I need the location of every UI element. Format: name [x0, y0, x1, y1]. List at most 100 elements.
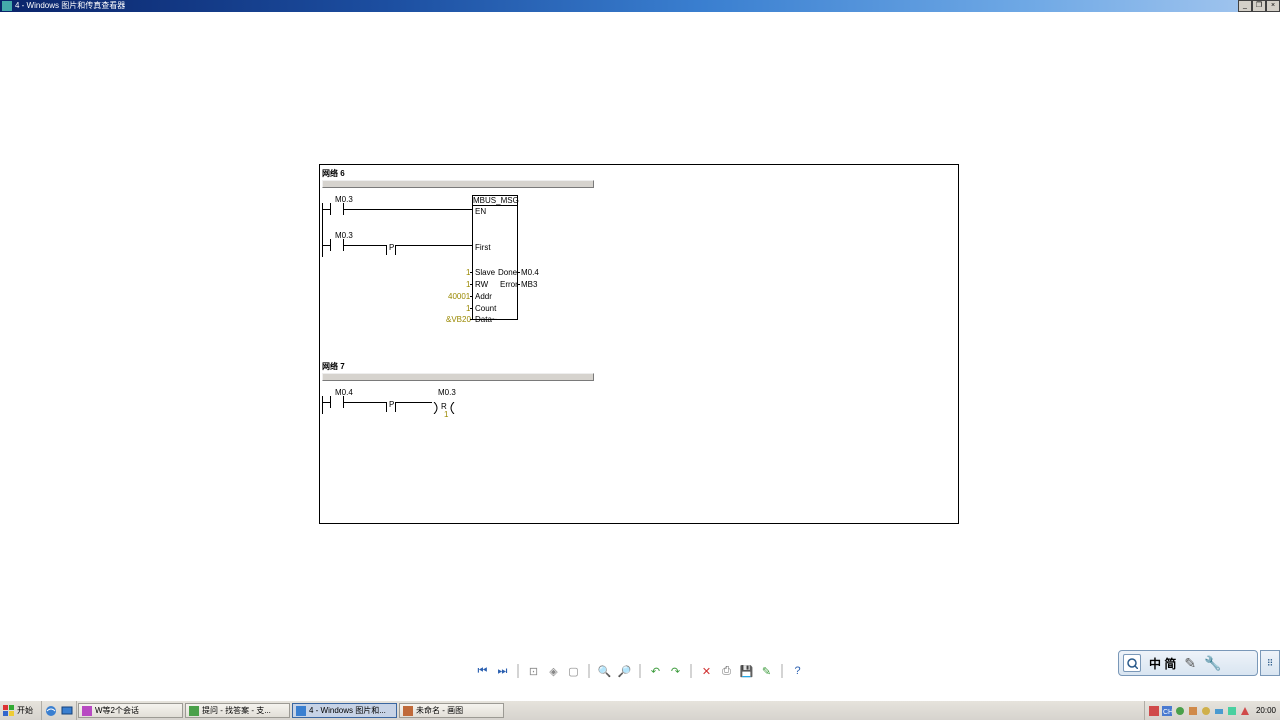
title-bar: 4 - Windows 图片和传真查看器 _ ❐ ×	[0, 0, 1280, 12]
zoomout-icon[interactable]: 🔎	[618, 664, 632, 678]
mbus-out-done: M0.4	[521, 268, 539, 277]
tray-icon-1[interactable]	[1149, 706, 1159, 716]
network7-bar	[322, 373, 594, 381]
rotl-icon[interactable]: ↶	[649, 664, 663, 678]
tray-icon-8[interactable]	[1240, 706, 1250, 716]
close-button[interactable]: ×	[1266, 0, 1280, 12]
ime-toolbar[interactable]: 中 简 ✎ 🔧	[1118, 650, 1258, 676]
task-item-icon	[82, 706, 92, 716]
svg-text:CH: CH	[1163, 709, 1172, 716]
mbus-addr: Addr	[475, 292, 492, 301]
h	[322, 245, 330, 246]
tray-icon-6[interactable]	[1214, 706, 1224, 716]
network6-bar	[322, 180, 594, 188]
start-button[interactable]: 开始	[0, 701, 42, 720]
help-icon[interactable]: ?	[791, 664, 805, 678]
task-item[interactable]: 未命名 - 画图	[399, 703, 504, 718]
h	[322, 209, 330, 210]
h	[344, 245, 386, 246]
net6-contact1	[330, 203, 344, 215]
ime-mode-icon[interactable]	[1123, 654, 1141, 672]
task-item-icon	[403, 706, 413, 716]
mbus-in-addr: 40001	[448, 292, 470, 301]
mbus-in-data: &VB20	[446, 315, 471, 324]
mbus-count: Count	[475, 304, 496, 313]
toolbar-separator	[589, 664, 590, 678]
next-icon[interactable]: ⏭	[496, 664, 510, 678]
ime-label: 中 简	[1149, 655, 1176, 672]
delete-icon[interactable]: ✕	[700, 664, 714, 678]
mbus-en: EN	[475, 207, 486, 216]
net6-contact2	[330, 239, 344, 251]
ime-wrench-icon[interactable]: 🔧	[1204, 655, 1221, 672]
zoomin-icon[interactable]: 🔍	[598, 664, 612, 678]
viewer-toolbar: ⏮ ⏭ ⊡ ◈ ▢ 🔍 🔎 ↶ ↷ ✕ ⎙ 💾 ✎?	[476, 664, 805, 678]
task-item-label: 未命名 - 画图	[416, 705, 463, 716]
system-tray: CH 20:00	[1144, 701, 1280, 720]
rotr-icon[interactable]: ↷	[669, 664, 683, 678]
task-item[interactable]: W等2个会话	[78, 703, 183, 718]
network6-header: 网络 6	[322, 168, 594, 188]
net7-coil-n: 1	[444, 410, 448, 419]
tray-icon-3[interactable]	[1175, 706, 1185, 716]
task-item[interactable]: 4 - Windows 图片和...	[292, 703, 397, 718]
network7-header: 网络 7	[322, 361, 594, 381]
h	[344, 209, 472, 210]
net7-power-rail	[322, 396, 323, 414]
plc-diagram: 网络 6 M0.3 M0.3 P MBUS_MSG EN First Slave	[319, 164, 959, 524]
ime-pen-icon[interactable]: ✎	[1184, 655, 1196, 672]
maximize-button[interactable]: ❐	[1252, 0, 1266, 12]
task-item-label: W等2个会话	[95, 705, 139, 716]
task-item-icon	[296, 706, 306, 716]
toolbar-separator	[782, 664, 783, 678]
mbus-rw: RW	[475, 280, 488, 289]
save-icon[interactable]: 💾	[740, 664, 754, 678]
mbus-done: Done	[498, 268, 517, 277]
quick-launch	[42, 701, 77, 720]
mbus-data: Data~	[475, 315, 497, 324]
image-viewport: 网络 6 M0.3 M0.3 P MBUS_MSG EN First Slave	[0, 12, 1280, 700]
task-item-icon	[189, 706, 199, 716]
minimize-button[interactable]: _	[1238, 0, 1252, 12]
ie-icon[interactable]	[45, 705, 57, 717]
tray-icon-4[interactable]	[1188, 706, 1198, 716]
window-controls: _ ❐ ×	[1238, 0, 1280, 12]
taskbar: 开始 W等2个会话 提问 - 找答案 - 支... 4 - Windows 图片和.…	[0, 700, 1280, 720]
tray-icon-7[interactable]	[1227, 706, 1237, 716]
desktop-icon[interactable]	[61, 705, 73, 717]
toolbar-separator	[691, 664, 692, 678]
app-icon	[2, 1, 12, 11]
tray-icon-2[interactable]: CH	[1162, 706, 1172, 716]
task-item[interactable]: 提问 - 找答案 - 支...	[185, 703, 290, 718]
first-icon[interactable]: ⏮	[476, 664, 490, 678]
print-icon[interactable]: ⎙	[720, 664, 734, 678]
net6-p-edge: P	[386, 245, 396, 255]
window-title: 4 - Windows 图片和传真查看器	[15, 0, 125, 12]
tray-icon-5[interactable]	[1201, 706, 1211, 716]
clock: 20:00	[1253, 706, 1276, 715]
actual-icon[interactable]: ◈	[547, 664, 561, 678]
task-item-label: 提问 - 找答案 - 支...	[202, 705, 271, 716]
net6-power-rail	[322, 203, 323, 257]
net7-coil-addr: M0.3	[438, 388, 456, 397]
network7-title: 网络 7	[322, 361, 594, 373]
start-label: 开始	[17, 705, 33, 716]
mbus-slave: Slave	[475, 268, 495, 277]
net7-p-edge: P	[386, 402, 396, 412]
slideshow-icon[interactable]: ▢	[567, 664, 581, 678]
mbus-error: Error	[500, 280, 518, 289]
mbus-out-error: MB3	[521, 280, 537, 289]
task-items: W等2个会话 提问 - 找答案 - 支... 4 - Windows 图片和... 未…	[77, 701, 505, 720]
windows-flag-icon	[3, 705, 15, 717]
toolbar-separator	[640, 664, 641, 678]
net7-contact1	[330, 396, 344, 408]
edit-icon[interactable]: ✎	[760, 664, 774, 678]
mbus-title: MBUS_MSG	[473, 196, 517, 206]
toolbar-separator	[518, 664, 519, 678]
ime-expand[interactable]: ⠿	[1260, 650, 1280, 676]
task-item-label: 4 - Windows 图片和...	[309, 705, 386, 716]
fit-icon[interactable]: ⊡	[527, 664, 541, 678]
mbus-first: First	[475, 243, 491, 252]
network6-title: 网络 6	[322, 168, 594, 180]
h	[396, 245, 472, 246]
